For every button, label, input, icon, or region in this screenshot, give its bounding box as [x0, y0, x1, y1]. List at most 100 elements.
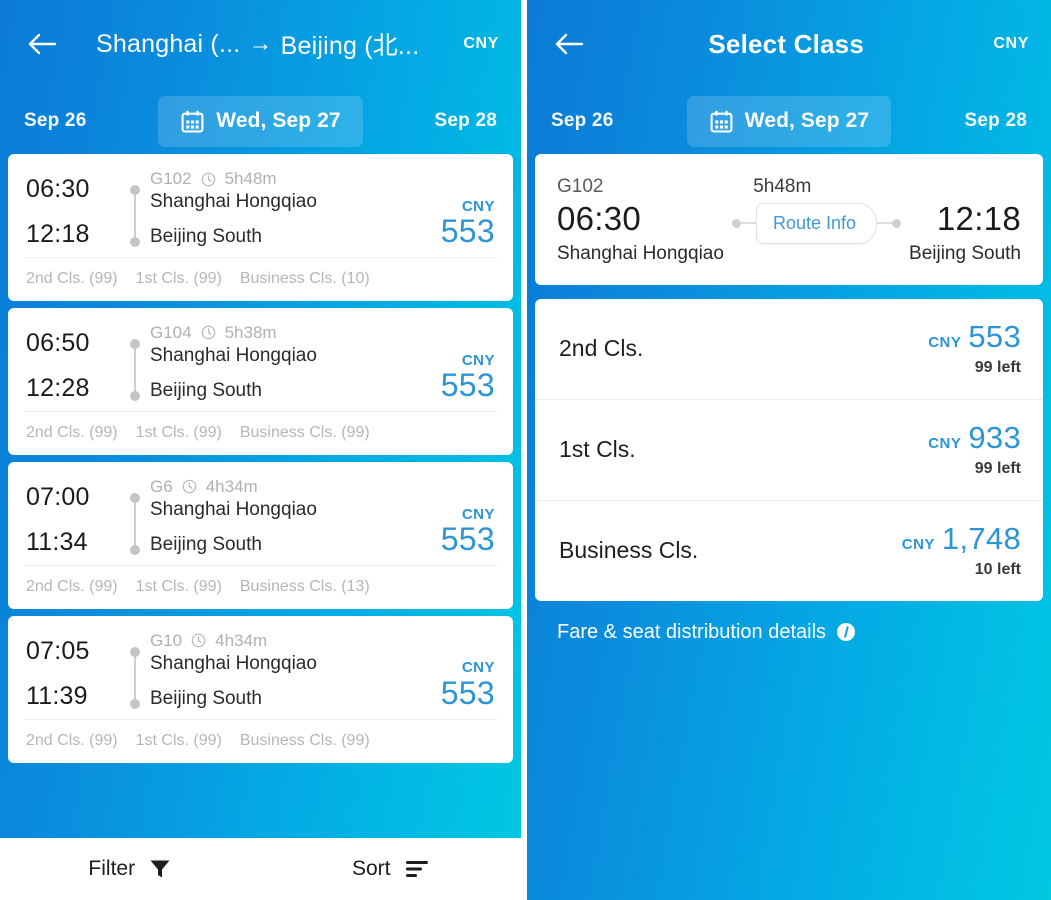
class-option-row[interactable]: Business Cls. CNY 1,748 10 left — [535, 499, 1043, 601]
price-currency: CNY — [901, 535, 935, 553]
arrive-station: Beijing South — [150, 533, 262, 555]
seats-left: 99 left — [974, 459, 1021, 477]
class-availability-item: 1st Cls. (99) — [135, 731, 222, 749]
train-duration: 5h48m — [224, 169, 277, 188]
train-card-main: 06:50 12:28 G104 5h38m Shanghai Hongqiao… — [8, 320, 513, 411]
train-meta: G6 4h34m — [148, 474, 431, 500]
class-option-row[interactable]: 2nd Cls. CNY 553 99 left — [535, 299, 1043, 399]
train-stations: Shanghai Hongqiao Beijing South — [148, 498, 431, 565]
currency-selector[interactable]: CNY — [453, 35, 499, 53]
train-number: G104 — [150, 322, 192, 342]
price-currency: CNY — [928, 434, 962, 452]
train-card[interactable]: 06:50 12:28 G104 5h38m Shanghai Hongqiao… — [8, 307, 513, 455]
route-info-button[interactable]: Route Info — [755, 202, 878, 244]
filter-button[interactable]: Filter — [0, 857, 261, 881]
arrive-time: 12:18 — [936, 200, 1021, 237]
left-date-strip: Sep 26 Wed, Sep 27 Sep 28 — [0, 88, 521, 154]
back-arrow-icon[interactable] — [551, 25, 589, 63]
route-origin: Shanghai (... — [96, 29, 241, 58]
class-name: Business Cls. — [559, 537, 699, 564]
train-card-main: 07:05 11:39 G10 4h34m Shanghai Hongqiao … — [8, 628, 513, 719]
class-price: CNY 553 — [928, 321, 1021, 352]
info-icon — [836, 622, 856, 642]
track-line-right — [877, 222, 893, 225]
class-availability-item: Business Cls. (13) — [239, 577, 370, 595]
next-date-button[interactable]: Sep 28 — [965, 110, 1027, 132]
price-currency: CNY — [928, 333, 962, 351]
route-destination: Beijing (北... — [280, 32, 420, 60]
sort-label: Sort — [351, 857, 391, 880]
train-info: G104 5h38m Shanghai Hongqiao Beijing Sou… — [148, 320, 431, 411]
currency-selector[interactable]: CNY — [983, 35, 1029, 53]
train-duration: 4h34m — [205, 476, 258, 496]
train-price: CNY 553 — [431, 320, 495, 411]
depart-station: Shanghai Hongqiao — [150, 498, 317, 520]
train-stations: Shanghai Hongqiao Beijing South — [148, 344, 431, 411]
train-meta: G104 5h38m — [148, 320, 431, 346]
class-availability-item: Business Cls. (10) — [239, 269, 370, 287]
train-card[interactable]: 06:30 12:18 G102 5h48m Shanghai Hongqiao… — [8, 154, 513, 301]
depart-station: Shanghai Hongqiao — [150, 344, 317, 366]
page-title: Select Class — [708, 28, 864, 59]
train-card[interactable]: 07:05 11:39 G10 4h34m Shanghai Hongqiao … — [8, 615, 513, 763]
depart-time: 06:30 — [26, 174, 90, 203]
track-dot-start — [731, 218, 741, 228]
train-card[interactable]: 07:00 11:34 G6 4h34m Shanghai Hongqiao B… — [8, 461, 513, 609]
arrive-station: Beijing South — [909, 242, 1021, 264]
calendar-icon — [709, 109, 734, 134]
price-amount: 933 — [968, 419, 1021, 455]
depart-time: 07:05 — [26, 636, 90, 665]
current-date-button[interactable]: Wed, Sep 27 — [686, 95, 892, 147]
summary-header: G102 5h48m — [557, 176, 1021, 198]
route-rail-graphic — [122, 166, 148, 257]
arrive-station: Beijing South — [150, 225, 262, 247]
departure-block: 06:30 Shanghai Hongqiao — [557, 200, 724, 265]
class-option-row[interactable]: 1st Cls. CNY 933 99 left — [535, 398, 1043, 500]
class-availability-item: 1st Cls. (99) — [135, 423, 222, 441]
bottom-action-bar: Filter Sort — [0, 838, 521, 900]
fare-details-link[interactable]: Fare & seat distribution details — [535, 601, 1043, 644]
route-track-graphic: Route Info — [724, 202, 909, 244]
train-card-main: 06:30 12:18 G102 5h48m Shanghai Hongqiao… — [8, 166, 513, 257]
class-name: 2nd Cls. — [559, 335, 644, 362]
right-date-strip: Sep 26 Wed, Sep 27 Sep 28 — [527, 88, 1051, 154]
train-number: G10 — [150, 630, 183, 650]
prev-date-button[interactable]: Sep 26 — [24, 110, 86, 132]
sort-button[interactable]: Sort — [261, 857, 522, 881]
train-stations: Shanghai Hongqiao Beijing South — [148, 192, 431, 257]
depart-time: 06:30 — [557, 200, 642, 237]
train-meta: G10 4h34m — [148, 628, 431, 654]
class-availability-item: 2nd Cls. (99) — [26, 269, 118, 287]
arrive-time: 12:28 — [26, 373, 90, 402]
arrive-station: Beijing South — [150, 687, 262, 709]
back-arrow-icon[interactable] — [24, 25, 62, 63]
route-rail-graphic — [122, 628, 148, 719]
depart-time: 07:00 — [26, 482, 90, 511]
train-duration: 5h48m — [753, 176, 812, 197]
price-amount: 1,748 — [941, 520, 1021, 556]
arrive-time: 11:39 — [26, 681, 88, 710]
train-duration: 4h34m — [215, 630, 268, 650]
train-list[interactable]: 06:30 12:18 G102 5h48m Shanghai Hongqiao… — [0, 154, 521, 838]
arrive-time: 11:34 — [26, 527, 88, 556]
train-times: 06:50 12:28 — [26, 320, 122, 411]
train-number: G6 — [150, 476, 173, 496]
route-rail-graphic — [122, 474, 148, 565]
next-date-button[interactable]: Sep 28 — [435, 110, 497, 132]
page-title-route: Shanghai (... → Beijing (北... — [62, 26, 453, 62]
class-price-block: CNY 553 99 left — [928, 321, 1021, 377]
train-card-main: 07:00 11:34 G6 4h34m Shanghai Hongqiao B… — [8, 474, 513, 565]
clock-icon — [201, 172, 216, 187]
sort-lines-icon — [404, 858, 430, 880]
train-duration: 5h38m — [224, 322, 277, 342]
train-list-screen: Shanghai (... → Beijing (北... CNY Sep 26 — [0, 0, 521, 900]
class-availability-item: 2nd Cls. (99) — [26, 423, 118, 441]
left-app-bar: Shanghai (... → Beijing (北... CNY — [0, 0, 521, 88]
train-summary-card: G102 5h48m 06:30 Shanghai Hongqiao Route… — [535, 154, 1043, 285]
arrive-time: 12:18 — [26, 219, 90, 248]
class-availability-item: 1st Cls. (99) — [135, 577, 222, 595]
current-date-label: Wed, Sep 27 — [216, 109, 341, 132]
current-date-button[interactable]: Wed, Sep 27 — [158, 95, 363, 147]
train-meta: G102 5h48m — [148, 166, 431, 192]
prev-date-button[interactable]: Sep 26 — [551, 110, 613, 132]
